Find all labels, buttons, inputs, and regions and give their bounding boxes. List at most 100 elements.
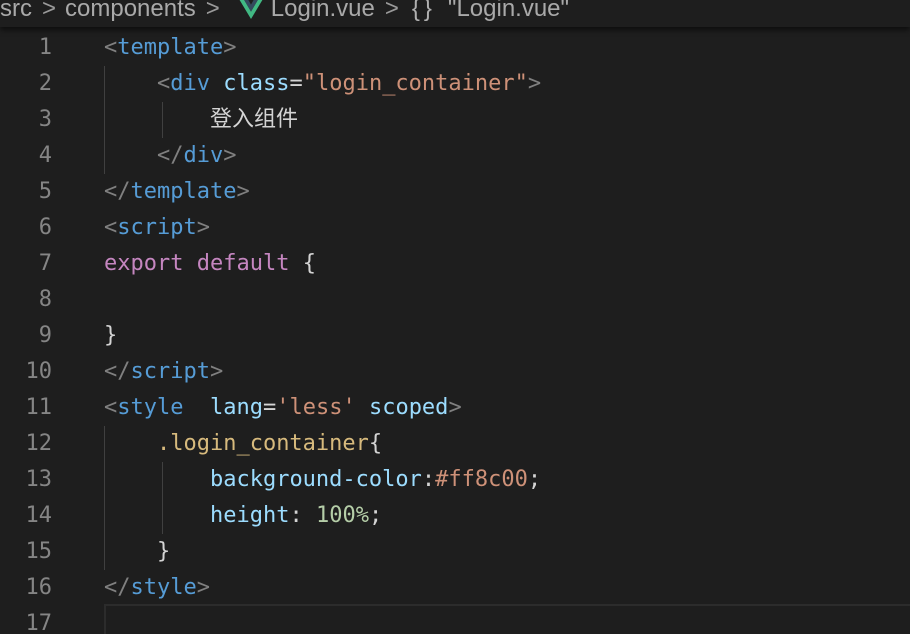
code-token: lang — [209, 395, 263, 420]
code-token: 100% — [315, 503, 369, 528]
code-token: 登入组件 — [209, 107, 298, 132]
code-text[interactable]: </style> — [104, 570, 210, 606]
code-token: < — [104, 215, 118, 240]
line-number: 8 — [38, 287, 52, 312]
breadcrumb-item-components[interactable]: components — [65, 0, 196, 23]
code-token: script — [130, 359, 210, 384]
code-line[interactable]: 11 <style lang='less' scoped> — [0, 390, 910, 426]
code-line[interactable]: 12 .login_container{ — [0, 426, 910, 462]
code-line[interactable]: 13 background-color:#ff8c00; — [0, 462, 910, 498]
code-text[interactable]: <div class="login_container"> — [104, 66, 541, 102]
code-text[interactable]: </div> — [104, 138, 237, 174]
code-line[interactable]: 6 <script> — [0, 210, 910, 246]
code-line[interactable]: 15 } — [0, 534, 910, 570]
line-number: 3 — [38, 107, 52, 132]
code-line[interactable]: 2 <div class="login_container"> — [0, 66, 910, 102]
line-number: 17 — [25, 611, 53, 634]
code-token: : — [421, 467, 436, 492]
breadcrumb-item-src[interactable]: src — [0, 0, 32, 23]
code-text[interactable]: } — [104, 318, 117, 354]
code-token: </ — [104, 575, 131, 600]
code-line[interactable]: 9} — [0, 318, 910, 354]
code-token: = — [289, 71, 303, 96]
code-token: .login_container — [156, 431, 369, 456]
line-number: 10 — [25, 359, 53, 384]
code-token: { — [368, 431, 383, 456]
code-text[interactable]: <template> — [104, 30, 236, 66]
code-line[interactable]: 10 </script> — [0, 354, 910, 390]
code-editor[interactable]: src > components > Login.vue > {} "Login… — [0, 0, 910, 634]
code-text[interactable]: export default { — [104, 246, 316, 282]
line-number: 16 — [25, 575, 53, 600]
code-line[interactable]: 3 登入组件 — [0, 102, 910, 138]
code-token: class — [223, 71, 290, 96]
code-token: ; — [527, 467, 542, 492]
code-token: < — [104, 395, 118, 420]
code-token: #ff8c00 — [435, 467, 528, 492]
line-number: 11 — [25, 395, 53, 420]
braces-icon: {} — [411, 0, 436, 22]
code-line[interactable]: 14 height: 100%; — [0, 498, 910, 534]
code-text[interactable]: <script> — [104, 210, 210, 246]
code-token: export — [104, 251, 184, 276]
indent-guide — [104, 426, 105, 570]
line-number: 5 — [38, 179, 52, 204]
chevron-right-icon: > — [42, 0, 57, 22]
breadcrumb-item-file[interactable]: Login.vue — [271, 0, 375, 23]
code-text[interactable]: } — [104, 534, 170, 570]
code-token: "login_container" — [302, 71, 528, 96]
code-text[interactable]: 登入组件 — [104, 102, 298, 138]
code-text[interactable]: </script> — [104, 354, 223, 390]
code-token: height — [209, 503, 290, 528]
line-number: 6 — [38, 215, 52, 240]
code-text[interactable]: background-color:#ff8c00; — [104, 462, 541, 498]
chevron-right-icon: > — [384, 0, 399, 22]
code-token: style — [130, 575, 197, 600]
code-token: template — [117, 35, 224, 60]
code-token: </ — [104, 359, 131, 384]
code-line[interactable]: 1 <template> — [0, 30, 910, 66]
code-text[interactable]: </template> — [104, 174, 250, 210]
line-number: 7 — [38, 251, 52, 276]
code-token: style — [117, 395, 184, 420]
indent-guide — [162, 462, 163, 534]
indent-guide — [104, 66, 105, 174]
line-number: 2 — [38, 71, 52, 96]
code-token: scoped — [368, 395, 449, 420]
code-token: background-color — [209, 467, 422, 492]
code-token: </ — [156, 143, 184, 168]
code-token: script — [117, 215, 197, 240]
code-token: div — [170, 71, 210, 96]
code-area[interactable]: 1 <template> 2 <div class="login_container… — [0, 30, 910, 634]
code-token: < — [156, 71, 171, 96]
code-line[interactable]: 5 </template> — [0, 174, 910, 210]
code-token: > — [223, 143, 237, 168]
code-token: > — [527, 71, 542, 96]
code-text[interactable]: <style lang='less' scoped> — [104, 390, 462, 426]
code-token: template — [130, 179, 237, 204]
code-line[interactable]: 8 — [0, 282, 910, 318]
breadcrumb-item-symbol[interactable]: "Login.vue" — [448, 0, 569, 23]
line-number: 9 — [38, 323, 52, 348]
code-token: ; — [368, 503, 383, 528]
line-number: 12 — [25, 431, 53, 456]
code-token: > — [223, 35, 237, 60]
code-token: } — [156, 539, 171, 564]
indent-guide — [162, 102, 163, 138]
code-text[interactable]: height: 100%; — [104, 498, 382, 534]
code-token: { — [289, 251, 316, 276]
code-line[interactable]: 16 </style> — [0, 570, 910, 606]
code-line[interactable]: 4 </div> — [0, 138, 910, 174]
code-line[interactable]: 7 export default { — [0, 246, 910, 282]
current-line-highlight — [104, 604, 910, 634]
code-text[interactable]: .login_container{ — [104, 426, 382, 462]
